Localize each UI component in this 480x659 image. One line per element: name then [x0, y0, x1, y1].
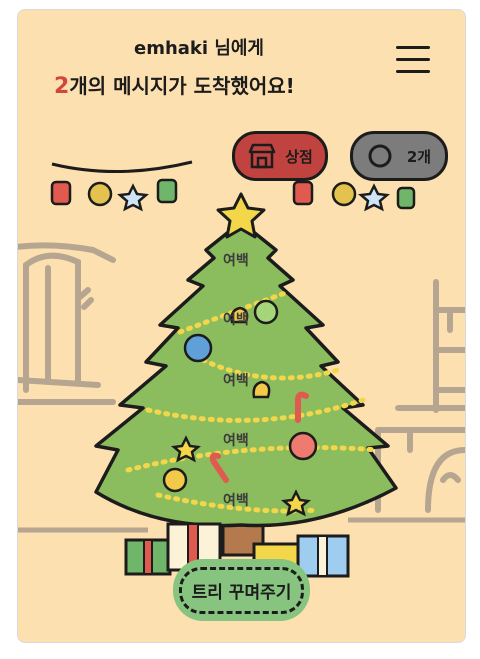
garland-right-illustration [292, 180, 416, 212]
tree-message-slot-label[interactable]: 여백 [223, 430, 249, 450]
garland-left-illustration [50, 160, 193, 212]
coin-icon [368, 144, 392, 168]
message-count-title: 2개의 메시지가 도착했어요! [54, 70, 324, 99]
shop-label: 상점 [285, 147, 313, 166]
fireplace-illustration [375, 279, 465, 513]
decorate-tree-button[interactable]: 트리 꾸며주기 [173, 559, 310, 621]
shop-icon [248, 143, 276, 169]
recipient-title: emhaki 님에게 [133, 38, 264, 59]
coin-balance-button[interactable]: 2개 [350, 131, 448, 181]
window-illustration [18, 242, 116, 405]
tree-message-slot-label[interactable]: 여백 [223, 490, 249, 510]
menu-icon[interactable] [396, 46, 430, 74]
main-card: emhaki 님에게 2개의 메시지가 도착했어요! 상점 2개 여백 여백 여… [17, 9, 466, 643]
coin-count-label: 2개 [406, 147, 432, 166]
tree-message-slot-label[interactable]: 여백 [223, 250, 249, 270]
shop-button[interactable]: 상점 [232, 131, 328, 181]
tree-message-slot-label[interactable]: 여백 [223, 309, 249, 329]
decorate-tree-label: 트리 꾸며주기 [178, 566, 305, 614]
tree-top-star [216, 192, 266, 239]
message-count-number: 2 [54, 74, 70, 99]
tree-message-slot-label[interactable]: 여백 [223, 370, 249, 390]
message-count-suffix: 개의 메시지가 도착했어요! [69, 74, 295, 98]
